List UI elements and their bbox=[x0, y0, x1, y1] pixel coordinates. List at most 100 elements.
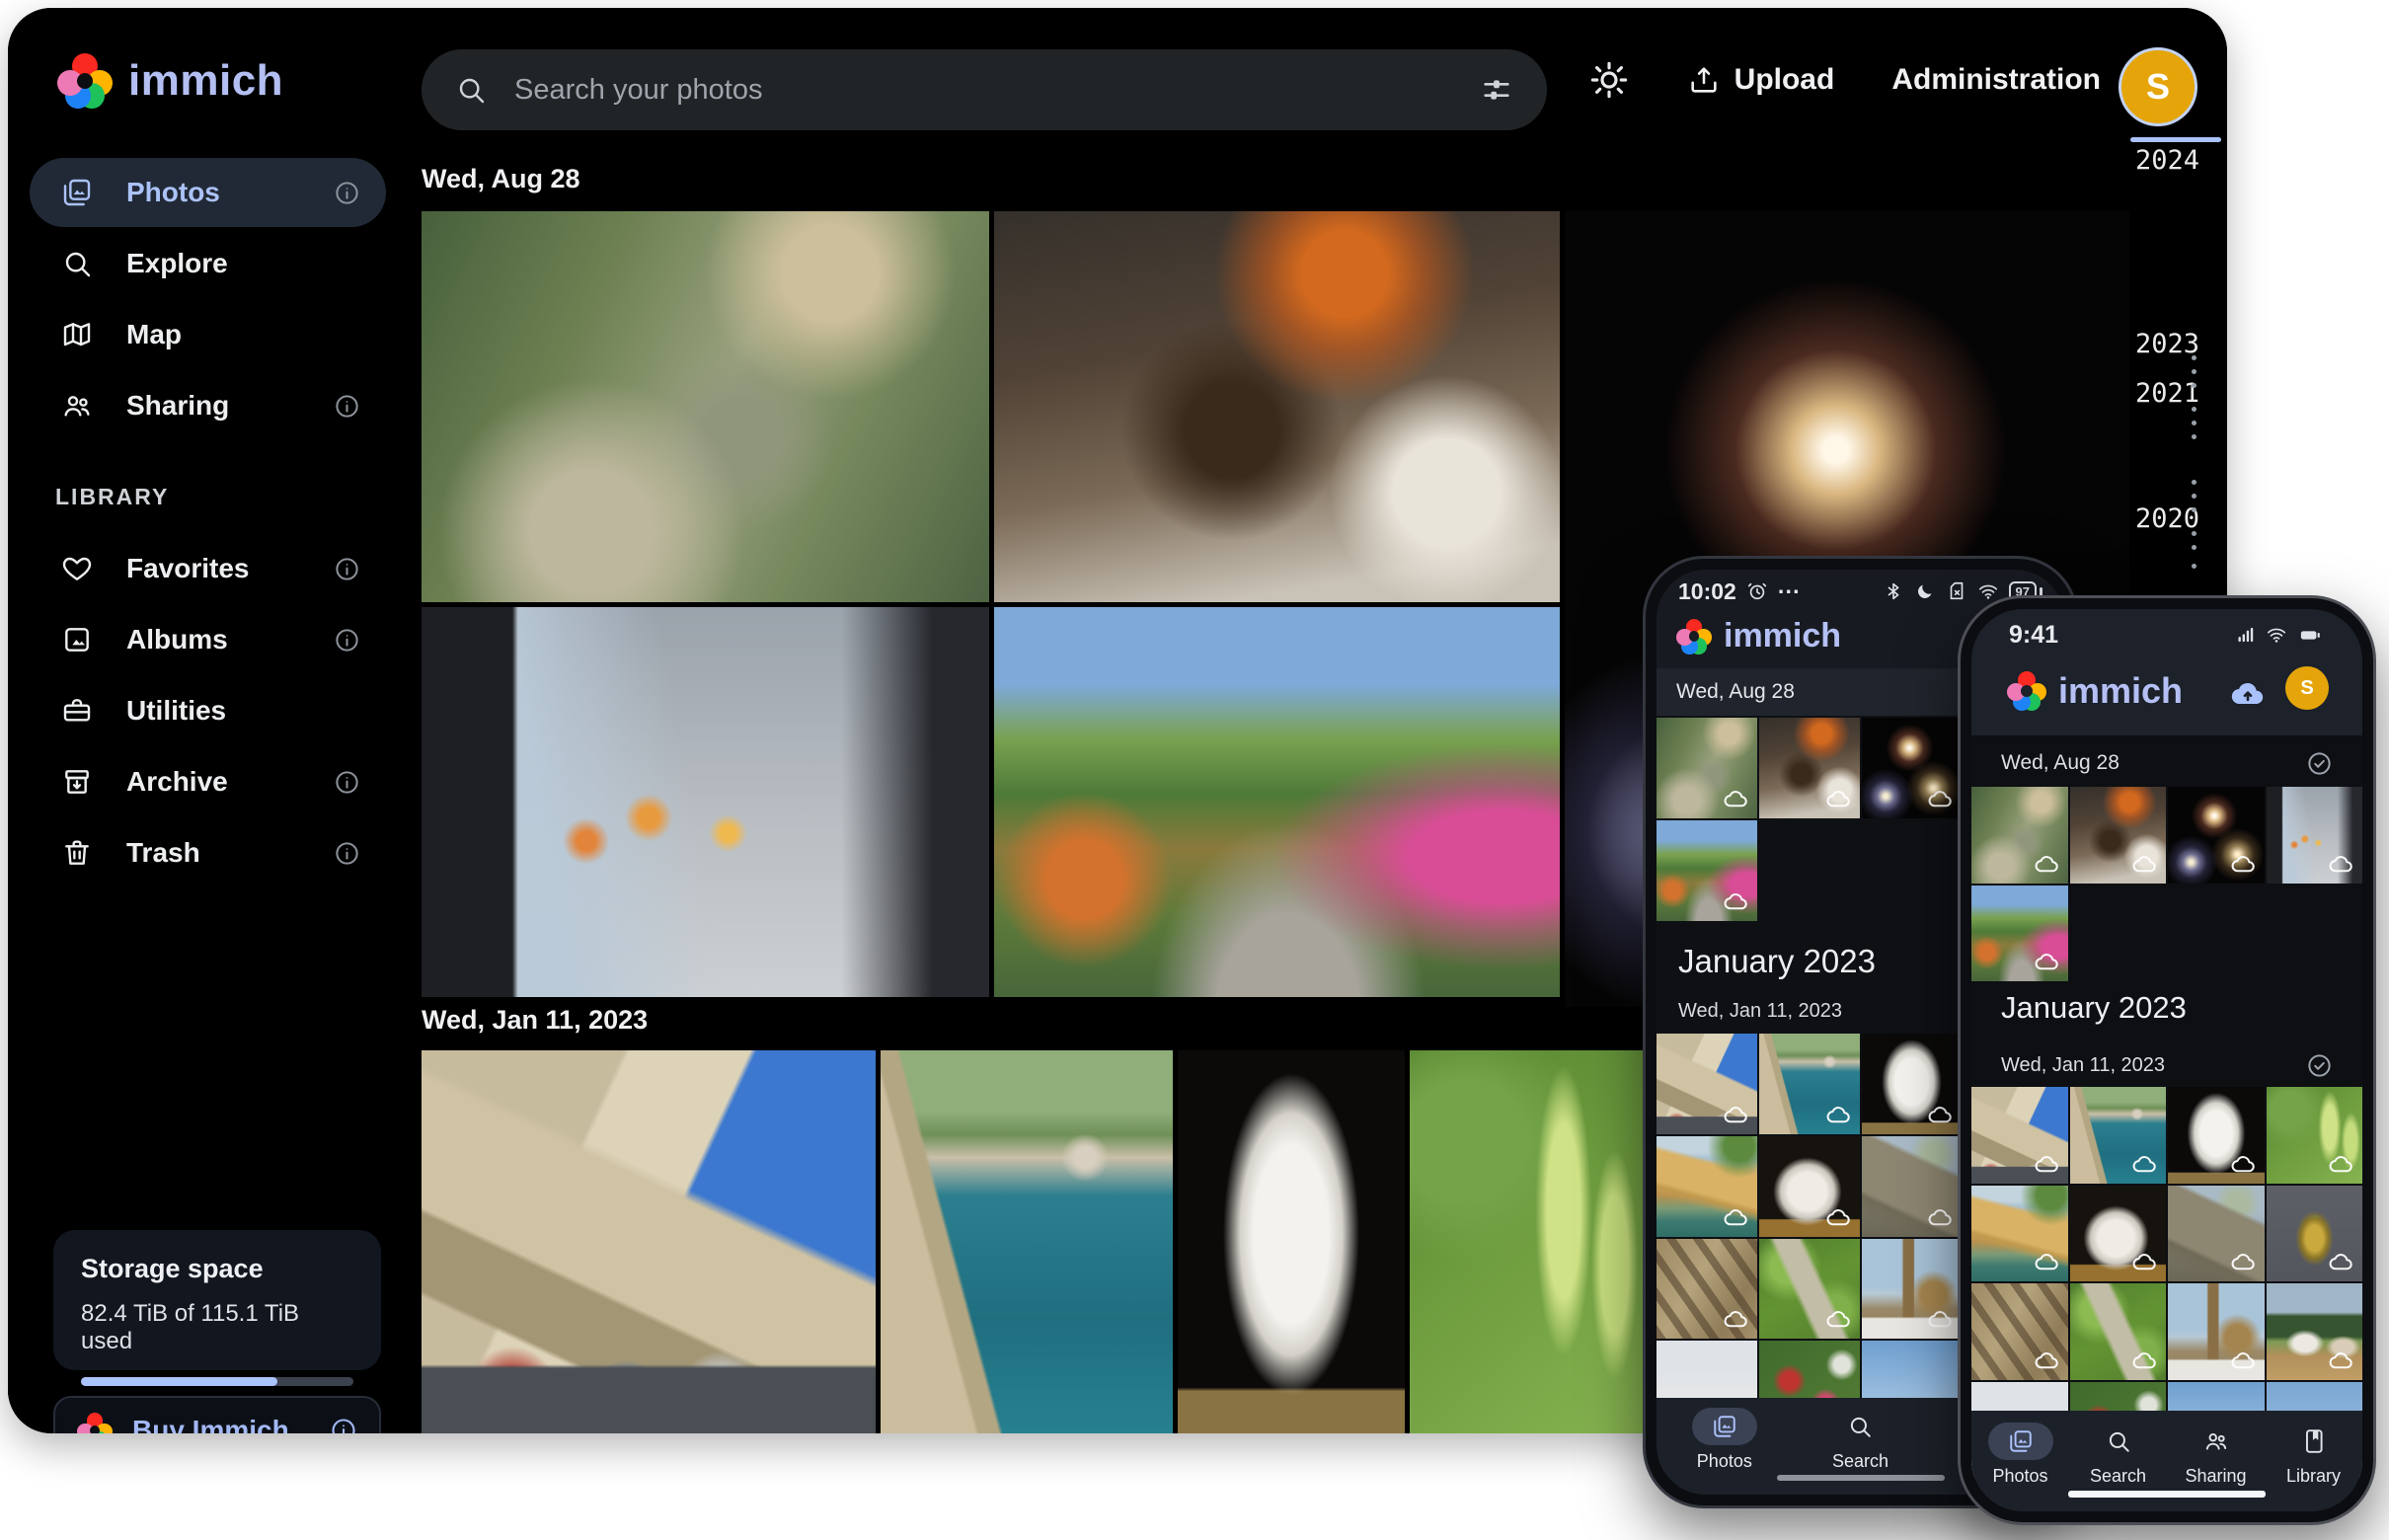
sidebar-library-nav: FavoritesAlbumsUtilitiesArchiveTrash bbox=[8, 534, 408, 887]
timeline-year-2023[interactable]: 2023 bbox=[2135, 329, 2199, 359]
photo-autumn[interactable] bbox=[994, 607, 1560, 997]
photo-town[interactable] bbox=[1862, 1239, 1963, 1340]
bluetooth-icon bbox=[1883, 580, 1904, 602]
home-indicator bbox=[1777, 1475, 1945, 1481]
info-icon[interactable] bbox=[334, 769, 360, 796]
photo-castle[interactable] bbox=[1971, 1087, 2068, 1184]
user-avatar[interactable]: S bbox=[2119, 47, 2197, 126]
photo-autumn[interactable] bbox=[1971, 886, 2068, 982]
search-icon bbox=[2106, 1428, 2131, 1454]
date-group-header: Wed, Jan 11, 2023 bbox=[2001, 1054, 2165, 1077]
book-icon bbox=[2301, 1428, 2327, 1454]
tab-search[interactable]: Search bbox=[2086, 1423, 2151, 1487]
photo-lizard-moss[interactable] bbox=[1759, 1239, 1860, 1340]
photo-dinner[interactable] bbox=[1759, 718, 1860, 818]
cloud-sync-icon bbox=[1927, 1204, 1954, 1231]
cloud-sync-icon bbox=[2131, 851, 2158, 878]
photo-fireworks[interactable] bbox=[2168, 787, 2265, 884]
photo-alpine[interactable] bbox=[2267, 1283, 2363, 1380]
sidebar-item-favorites[interactable]: Favorites bbox=[30, 534, 386, 603]
cloud-sync-icon bbox=[2230, 1348, 2257, 1374]
photo-autumn[interactable] bbox=[1657, 820, 1757, 921]
cloud-sync-icon bbox=[1825, 1204, 1852, 1231]
timeline-year-2020[interactable]: 2020 bbox=[2135, 503, 2199, 534]
photo-sculpture[interactable] bbox=[2070, 1186, 2167, 1282]
sidebar-item-photos[interactable]: Photos bbox=[30, 158, 386, 227]
photo-bust[interactable] bbox=[1862, 1034, 1963, 1134]
cloud-sync-icon bbox=[2131, 1249, 2158, 1275]
tab-photos[interactable]: Photos bbox=[1692, 1408, 1757, 1472]
sidebar-item-map[interactable]: Map bbox=[30, 300, 386, 369]
photo-cliff[interactable] bbox=[1657, 1136, 1757, 1237]
sidebar-item-albums[interactable]: Albums bbox=[30, 605, 386, 674]
photo-bust[interactable] bbox=[2168, 1087, 2265, 1184]
photo-coast[interactable] bbox=[1759, 1034, 1860, 1134]
storage-progress-bar bbox=[81, 1377, 353, 1386]
search-bar[interactable] bbox=[422, 49, 1547, 130]
immich-flower-icon bbox=[77, 1413, 113, 1433]
logo-text: immich bbox=[1724, 617, 1841, 655]
search-filter-icon[interactable] bbox=[1480, 73, 1513, 107]
tab-photos[interactable]: Photos bbox=[1988, 1423, 2053, 1487]
photo-coast[interactable] bbox=[881, 1050, 1173, 1433]
top-bar: immich Upload Administration S bbox=[8, 8, 2227, 156]
photo-lizard-ground[interactable] bbox=[1971, 1283, 2068, 1380]
select-all-check-icon[interactable] bbox=[2306, 750, 2333, 777]
photo-monkeys[interactable] bbox=[1657, 718, 1757, 818]
archive-icon bbox=[61, 766, 93, 798]
select-all-check-icon[interactable] bbox=[2306, 1052, 2333, 1079]
photo-ruin[interactable] bbox=[2168, 1186, 2265, 1282]
photo-town[interactable] bbox=[2168, 1283, 2265, 1380]
sidebar-item-archive[interactable]: Archive bbox=[30, 747, 386, 816]
storage-usage: 82.4 TiB of 115.1 TiB used bbox=[81, 1300, 353, 1355]
info-icon[interactable] bbox=[330, 1417, 357, 1433]
info-icon[interactable] bbox=[334, 627, 360, 654]
info-icon[interactable] bbox=[334, 556, 360, 582]
photo-hands[interactable] bbox=[422, 607, 989, 997]
buy-immich-button[interactable]: Buy Immich bbox=[53, 1396, 381, 1433]
tab-library[interactable]: Library bbox=[2281, 1423, 2347, 1487]
sidebar-item-trash[interactable]: Trash bbox=[30, 818, 386, 887]
cloud-sync-icon bbox=[2328, 1348, 2354, 1374]
sidebar-item-utilities[interactable]: Utilities bbox=[30, 676, 386, 745]
photo-monkeys[interactable] bbox=[1971, 787, 2068, 884]
photo-fireworks[interactable] bbox=[1862, 718, 1963, 818]
photo-ruin[interactable] bbox=[1862, 1136, 1963, 1237]
photo-dinner[interactable] bbox=[2070, 787, 2167, 884]
photo-cliff[interactable] bbox=[1971, 1186, 2068, 1282]
timeline-year-2021[interactable]: 2021 bbox=[2135, 378, 2199, 409]
photo-castle[interactable] bbox=[422, 1050, 876, 1433]
photo-berries[interactable] bbox=[2267, 1087, 2363, 1184]
search-input[interactable] bbox=[487, 74, 1480, 107]
administration-link[interactable]: Administration bbox=[1891, 63, 2101, 97]
photo-sculpture[interactable] bbox=[1759, 1136, 1860, 1237]
photo-hands[interactable] bbox=[2267, 787, 2363, 884]
upload-button[interactable]: Upload bbox=[1687, 63, 1835, 97]
backup-cloud-icon[interactable] bbox=[2228, 674, 2268, 714]
immich-logo[interactable]: immich bbox=[57, 53, 283, 109]
cloud-sync-icon bbox=[1723, 1102, 1749, 1128]
buy-immich-label: Buy Immich bbox=[132, 1415, 330, 1433]
info-icon[interactable] bbox=[334, 393, 360, 420]
tab-sharing[interactable]: Sharing bbox=[2184, 1423, 2249, 1487]
user-avatar[interactable]: S bbox=[2285, 666, 2329, 710]
cloud-sync-icon bbox=[1723, 786, 1749, 812]
info-icon[interactable] bbox=[334, 840, 360, 867]
photo-xmas[interactable] bbox=[2267, 1186, 2363, 1282]
photo-bust[interactable] bbox=[1178, 1050, 1405, 1433]
photo-castle[interactable] bbox=[1657, 1034, 1757, 1134]
sidebar-item-sharing[interactable]: Sharing bbox=[30, 371, 386, 440]
photo-lizard-moss[interactable] bbox=[2070, 1283, 2167, 1380]
theme-toggle-sun-icon[interactable] bbox=[1588, 59, 1630, 101]
wifi-icon bbox=[2266, 624, 2287, 646]
timeline-year-2024[interactable]: 2024 bbox=[2135, 145, 2199, 176]
photo-berries[interactable] bbox=[1410, 1050, 1643, 1433]
sidebar-item-explore[interactable]: Explore bbox=[30, 229, 386, 298]
tab-search[interactable]: Search bbox=[1827, 1408, 1892, 1472]
info-icon[interactable] bbox=[334, 180, 360, 206]
sidebar-section-label: LIBRARY bbox=[55, 484, 360, 510]
photo-monkeys[interactable] bbox=[422, 211, 989, 602]
photo-lizard-ground[interactable] bbox=[1657, 1239, 1757, 1340]
photo-coast[interactable] bbox=[2070, 1087, 2167, 1184]
photo-dinner[interactable] bbox=[994, 211, 1560, 602]
